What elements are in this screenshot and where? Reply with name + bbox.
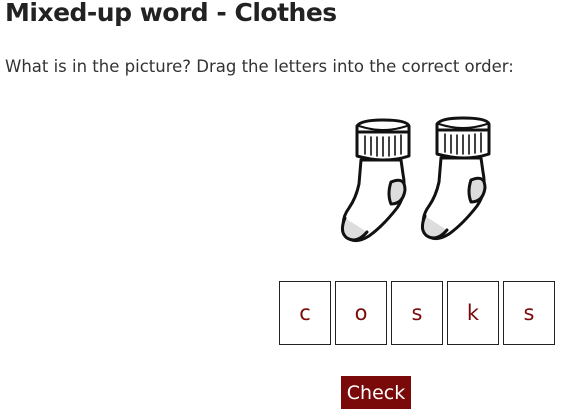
check-button[interactable]: Check [341, 376, 411, 409]
letter-tile[interactable]: s [391, 281, 443, 345]
letter-tiles: c o s k s [279, 281, 555, 345]
letter-tile[interactable]: k [447, 281, 499, 345]
letter-tile[interactable]: s [503, 281, 555, 345]
letter-tile[interactable]: c [279, 281, 331, 345]
letter-tile[interactable]: o [335, 281, 387, 345]
instruction-text: What is in the picture? Drag the letters… [5, 57, 514, 76]
socks-icon [340, 116, 491, 242]
socks-picture [335, 112, 505, 257]
page-title: Mixed-up word - Clothes [5, 0, 337, 27]
